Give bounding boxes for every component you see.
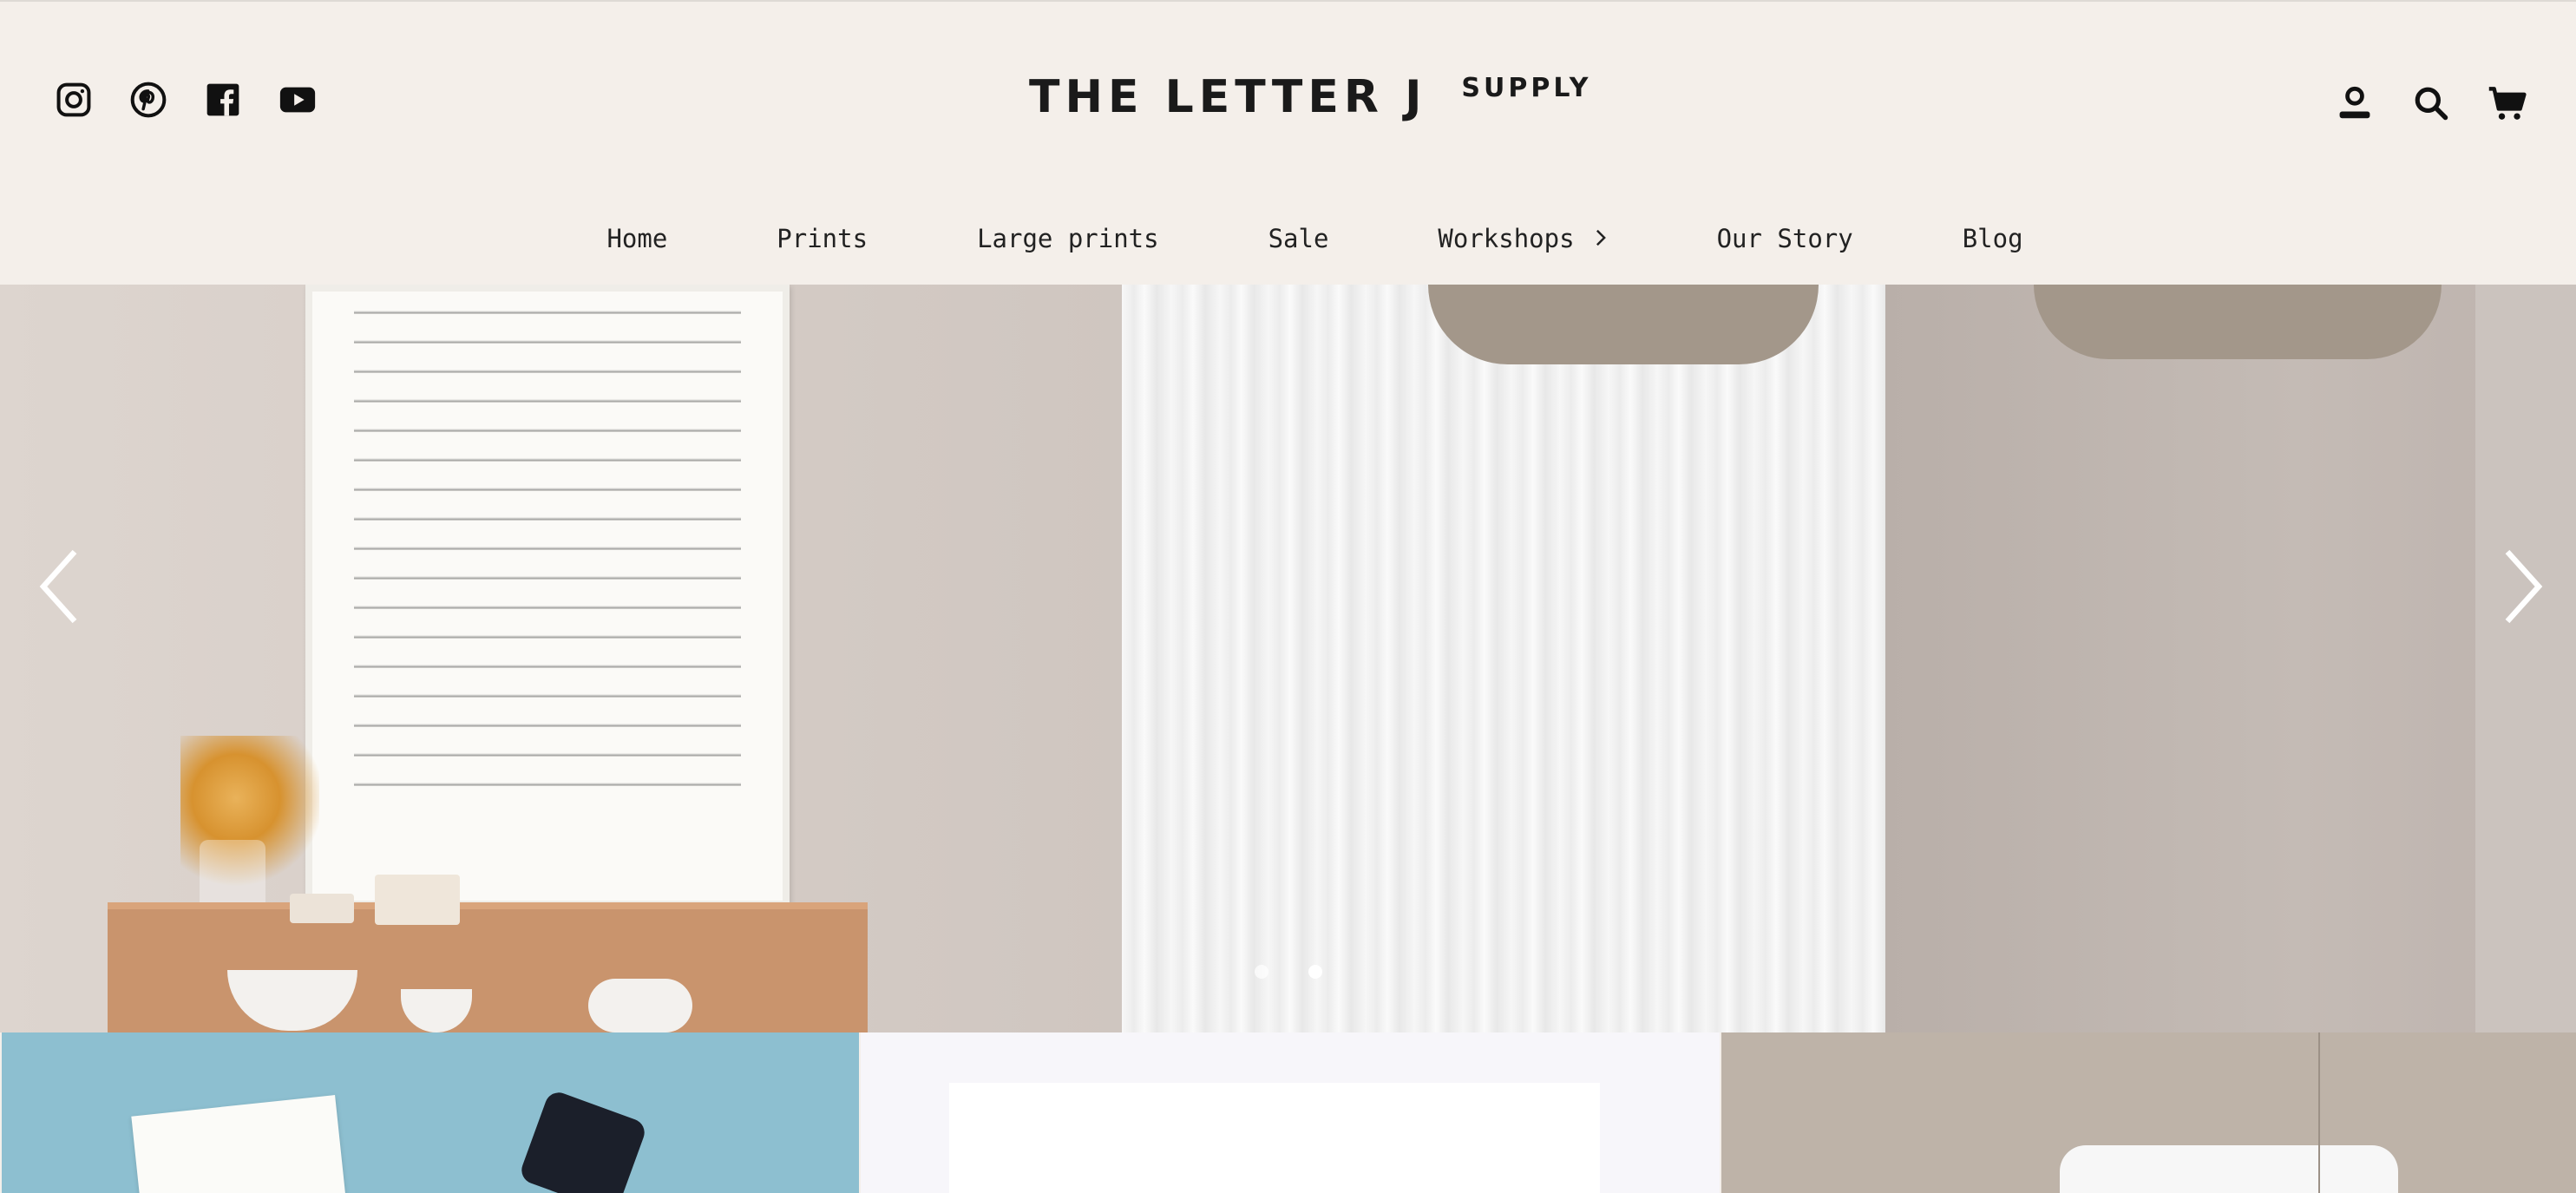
card-image <box>131 1095 348 1193</box>
nav-item-prints[interactable]: Prints <box>777 224 868 253</box>
framed-calligraphy-print <box>305 285 790 908</box>
hero-curtain <box>1122 285 1885 1032</box>
chevron-right-icon <box>1594 224 1608 253</box>
hero-slideshow <box>0 285 2576 1032</box>
wooden-sideboard <box>108 902 868 1032</box>
nav-item-label: Home <box>606 224 668 253</box>
chevron-right-icon <box>2501 547 2546 630</box>
header-tools <box>2333 82 2529 125</box>
lamp-image <box>2060 1145 2398 1193</box>
nav-item-label: Workshops <box>1438 224 1575 253</box>
main-nav: Home Prints Large prints Sale Workshops … <box>0 224 2576 253</box>
nav-item-home[interactable]: Home <box>606 224 667 253</box>
logo-main-text: THE LETTER J <box>1029 71 1427 123</box>
ink-jar-image <box>517 1088 649 1193</box>
slideshow-prev-button[interactable] <box>24 541 94 636</box>
social-links <box>54 80 318 120</box>
nav-item-label: Large prints <box>977 224 1159 253</box>
collection-tile[interactable] <box>861 1032 1720 1193</box>
slide-dot-1[interactable] <box>1255 965 1268 979</box>
instagram-icon[interactable] <box>54 80 94 120</box>
site-header: THE LETTER J SUPPLY Home Prints Large pr… <box>0 0 2576 285</box>
nav-item-workshops[interactable]: Workshops <box>1438 224 1607 253</box>
site-logo[interactable]: THE LETTER J SUPPLY <box>1029 69 1592 125</box>
nav-item-large-prints[interactable]: Large prints <box>977 224 1159 253</box>
logo-sub-text: SUPPLY <box>1461 73 1592 103</box>
nav-item-blog[interactable]: Blog <box>1963 224 2023 253</box>
nav-item-label: Blog <box>1962 224 2023 253</box>
nav-item-our-story[interactable]: Our Story <box>1717 224 1853 253</box>
nav-item-label: Prints <box>777 224 868 253</box>
nav-item-label: Our Story <box>1716 224 1853 253</box>
search-icon[interactable] <box>2409 82 2453 125</box>
cart-icon[interactable] <box>2486 82 2529 125</box>
slide-dot-2[interactable] <box>1308 965 1322 979</box>
collection-tile[interactable] <box>2 1032 859 1193</box>
pendant-lamp <box>2034 285 2442 359</box>
youtube-icon[interactable] <box>278 80 318 120</box>
pendant-lamp <box>1428 285 1819 364</box>
nav-item-sale[interactable]: Sale <box>1268 224 1329 253</box>
slideshow-dots <box>1255 965 1322 979</box>
chevron-left-icon <box>36 547 82 630</box>
account-icon[interactable] <box>2333 82 2376 125</box>
print-image <box>949 1083 1600 1193</box>
pinterest-icon[interactable] <box>128 80 168 120</box>
collection-tile[interactable] <box>1721 1032 2576 1193</box>
collection-tiles <box>0 1032 2576 1193</box>
nav-item-label: Sale <box>1268 224 1329 253</box>
facebook-icon[interactable] <box>203 80 243 120</box>
slideshow-next-button[interactable] <box>2488 541 2558 636</box>
